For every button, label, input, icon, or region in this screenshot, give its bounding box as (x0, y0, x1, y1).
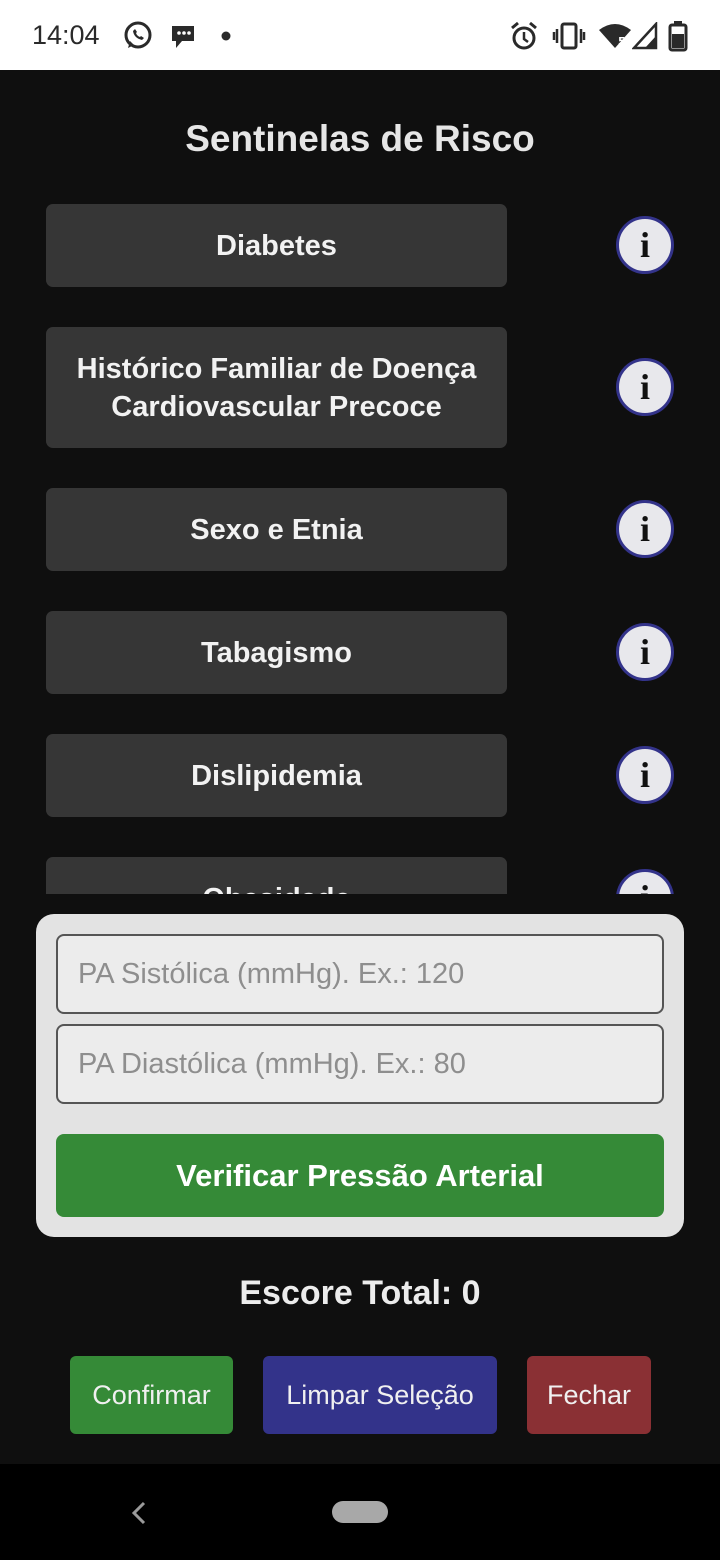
whatsapp-icon (124, 21, 152, 49)
info-icon: i (640, 877, 650, 894)
total-score: Escore Total: 0 (239, 1274, 481, 1312)
sentinel-button-diabetes[interactable]: Diabetes (46, 204, 507, 287)
info-button-dyslipidemia[interactable]: i (616, 746, 674, 804)
info-icon: i (639, 509, 650, 549)
sentinel-button-dyslipidemia[interactable]: Dislipidemia (46, 734, 507, 817)
wifi-icon: 5 (599, 24, 631, 48)
app-screen: Sentinelas de Risco Diabetes i Histórico… (0, 70, 720, 1464)
sentinel-button-sex-ethnicity[interactable]: Sexo e Etnia (46, 488, 507, 571)
diastolic-input[interactable] (56, 1024, 664, 1104)
sentinel-button-obesity[interactable]: Obesidade (46, 857, 507, 894)
page-title: Sentinelas de Risco (185, 118, 535, 159)
signal-icon (632, 22, 658, 50)
info-button-sex-ethnicity[interactable]: i (616, 500, 674, 558)
info-icon: i (639, 632, 650, 672)
close-button[interactable]: Fechar (527, 1356, 651, 1434)
home-pill-icon[interactable] (332, 1501, 388, 1523)
battery-icon (668, 21, 688, 52)
vibrate-icon (552, 22, 586, 50)
alarm-icon (511, 21, 537, 50)
info-button-diabetes[interactable]: i (616, 216, 674, 274)
svg-text:5: 5 (618, 35, 626, 48)
sentinel-button-smoking[interactable]: Tabagismo (46, 611, 507, 694)
info-icon: i (639, 367, 650, 407)
info-icon: i (639, 225, 650, 265)
info-icon: i (639, 755, 650, 795)
back-icon[interactable] (128, 1500, 150, 1526)
info-button-family-history[interactable]: i (616, 358, 674, 416)
clear-selection-button[interactable]: Limpar Seleção (263, 1356, 497, 1434)
dot-icon (221, 31, 231, 41)
systolic-input[interactable] (56, 934, 664, 1014)
info-button-obesity[interactable]: i (616, 869, 674, 894)
chat-bubble-icon (172, 26, 194, 48)
check-blood-pressure-button[interactable]: Verificar Pressão Arterial (56, 1134, 664, 1217)
sentinel-button-family-history[interactable]: Histórico Familiar de Doença Cardiovascu… (46, 327, 507, 448)
status-time: 14:04 (32, 20, 100, 50)
confirm-button[interactable]: Confirmar (70, 1356, 233, 1434)
blood-pressure-panel: Verificar Pressão Arterial (36, 914, 684, 1237)
sentinel-list[interactable]: Diabetes i Histórico Familiar de Doença … (0, 200, 720, 894)
status-bar: 14:04 5 (0, 0, 720, 70)
info-button-smoking[interactable]: i (616, 623, 674, 681)
navigation-bar (0, 1464, 720, 1560)
